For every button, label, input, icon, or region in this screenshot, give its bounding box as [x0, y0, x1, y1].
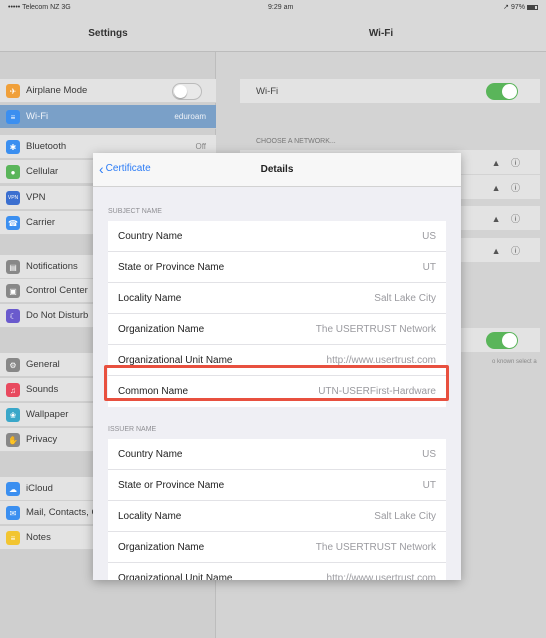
sidebar-item-label: Notes — [26, 532, 51, 543]
detail-key: Organizational Unit Name — [118, 354, 233, 366]
privacy-icon: ✋ — [6, 433, 20, 447]
detail-key: Country Name — [118, 230, 183, 242]
icloud-icon: ☁ — [6, 482, 20, 496]
sidebar-item-label: Privacy — [26, 434, 58, 445]
sidebar-item-label: iCloud — [26, 483, 53, 494]
modal-title: Details — [260, 164, 294, 175]
detail-value: The USERTRUST Network — [315, 323, 436, 335]
settings-title: Settings — [88, 28, 128, 39]
sidebar-item-airplane-mode[interactable]: ✈ Airplane Mode — [0, 79, 216, 103]
detail-row: Organizational Unit Name http://www.usert… — [108, 563, 446, 580]
detail-key: State or Province Name — [118, 479, 225, 491]
vpn-icon: VPN — [6, 191, 20, 205]
sidebar-item-value: eduroam — [174, 112, 206, 121]
wifi-signal-icon[interactable]: ▲ ⓘ — [492, 181, 524, 194]
gear-icon: ⚙ — [6, 358, 20, 372]
battery-percent: ↗ 97% — [503, 4, 525, 11]
cellular-icon: ● — [6, 165, 20, 179]
detail-value: UT — [422, 479, 436, 491]
sidebar-item-label: Notifications — [26, 261, 78, 272]
sidebar-item-label: Wallpaper — [26, 409, 69, 420]
battery-icon — [527, 4, 538, 10]
detail-row: Common Name UTN-USERFirst-Hardware — [108, 376, 446, 407]
detail-key: Organization Name — [118, 323, 205, 335]
status-bar: ••••• Telecom NZ 3G 9:29 am ↗ 97% — [0, 0, 546, 14]
detail-row: Locality Name Salt Lake City — [108, 501, 446, 532]
sidebar-item-label: Cellular — [26, 166, 59, 177]
notifications-icon: ▤ — [6, 260, 20, 274]
detail-value: Salt Lake City — [374, 510, 436, 522]
issuer-name-header: ISSUER NAME — [108, 426, 157, 433]
detail-row: Organization Name The USERTRUST Network — [108, 532, 446, 563]
sidebar-item-label: Control Center — [26, 285, 88, 296]
battery: ↗ 97% — [503, 3, 538, 11]
detail-key: Locality Name — [118, 292, 182, 304]
sidebar-item-label: Bluetooth — [26, 141, 67, 152]
wifi-signal-icon[interactable]: ▲ ⓘ — [492, 244, 524, 257]
detail-row: Country Name US — [108, 221, 446, 252]
detail-key: Locality Name — [118, 510, 182, 522]
wifi-signal-icon[interactable]: ▲ ⓘ — [492, 156, 524, 169]
sidebar-item-label: Wi-Fi — [26, 111, 49, 122]
subject-name-group: Country Name US State or Province Name UT Lo… — [108, 221, 446, 407]
sidebar-item-value: Off — [195, 142, 206, 151]
detail-key: State or Province Name — [118, 261, 225, 273]
certificate-details-modal: ‹ Certificate Details SUBJECT NAME Count… — [93, 153, 461, 580]
sidebar-item-label: Do Not Disturb — [26, 310, 89, 321]
issuer-name-group: Country Name US State or Province Name UT Lo… — [108, 439, 446, 580]
wifi-icon: ≡ — [6, 110, 20, 124]
clock: 9:29 am — [268, 3, 294, 11]
bluetooth-icon: ✱ — [6, 140, 20, 154]
sounds-icon: ♫ — [6, 383, 20, 397]
wifi-toggle-switch[interactable] — [486, 83, 518, 100]
sidebar-item-wi-fi[interactable]: ≡ Wi-Fi eduroam — [0, 105, 216, 129]
ask-to-join-toggle[interactable] — [486, 332, 518, 349]
wifi-toggle-row[interactable]: Wi-Fi — [240, 79, 540, 103]
detail-key: Organizational Unit Name — [118, 573, 233, 580]
detail-value: US — [422, 448, 436, 460]
notes-icon: ≡ — [6, 531, 20, 545]
sidebar-item-label: General — [26, 359, 60, 370]
detail-value: Salt Lake City — [374, 292, 436, 304]
airplane-mode-toggle[interactable] — [172, 83, 202, 100]
detail-value: http://www.usertrust.com — [326, 573, 436, 580]
wifi-title: Wi-Fi — [368, 28, 394, 39]
detail-value: UTN-USERFirst-Hardware — [318, 386, 436, 397]
wallpaper-icon: ❀ — [6, 408, 20, 422]
airplane-icon: ✈ — [6, 84, 20, 98]
mail-icon: ✉ — [6, 506, 20, 520]
phone-icon: ☎ — [6, 216, 20, 230]
detail-row: Organizational Unit Name http://www.usert… — [108, 345, 446, 376]
subject-name-header: SUBJECT NAME — [108, 208, 162, 215]
carrier-text: ••••• Telecom NZ 3G — [8, 3, 71, 11]
detail-row: State or Province Name UT — [108, 470, 446, 501]
sidebar-item-label: VPN — [26, 192, 46, 203]
ask-to-join-note: o known select a — [492, 359, 537, 365]
wifi-toggle-label: Wi-Fi — [256, 85, 279, 97]
detail-value: The USERTRUST Network — [315, 541, 436, 553]
detail-key: Common Name — [118, 386, 189, 397]
detail-row: Organization Name The USERTRUST Network — [108, 314, 446, 345]
detail-row: Country Name US — [108, 439, 446, 470]
choose-network-header: CHOOSE A NETWORK... — [256, 138, 336, 145]
detail-row: State or Province Name UT — [108, 252, 446, 283]
detail-value: UT — [422, 261, 436, 273]
modal-navbar: ‹ Certificate Details — [93, 153, 461, 187]
moon-icon: ☾ — [6, 309, 20, 323]
detail-value: US — [422, 230, 436, 242]
wifi-signal-icon[interactable]: ▲ ⓘ — [492, 212, 524, 225]
sidebar-item-label: Airplane Mode — [26, 85, 88, 96]
detail-key: Organization Name — [118, 541, 205, 553]
sidebar-item-label: Carrier — [26, 217, 56, 228]
detail-row: Locality Name Salt Lake City — [108, 283, 446, 314]
sidebar-item-label: Sounds — [26, 384, 59, 395]
detail-key: Country Name — [118, 448, 183, 460]
detail-value: http://www.usertrust.com — [326, 354, 436, 366]
control-center-icon: ▣ — [6, 284, 20, 298]
